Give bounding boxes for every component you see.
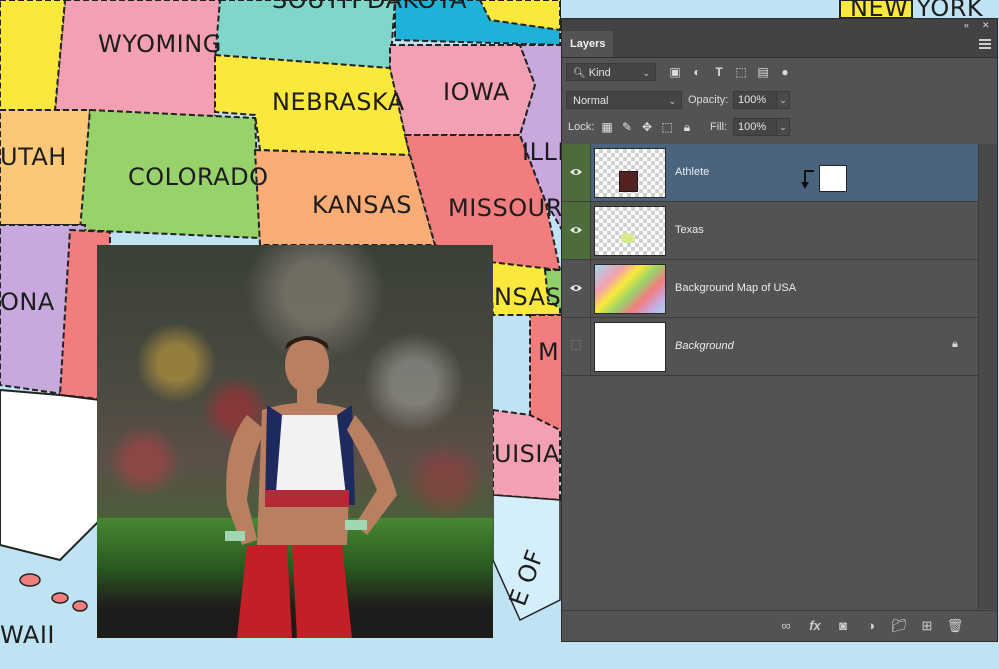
hidden-visibility-box-icon [571, 340, 581, 350]
blend-mode-value: Normal [573, 95, 609, 107]
fill-dropdown-icon[interactable]: ⌄ [776, 118, 790, 136]
fill-input[interactable]: 100% [733, 118, 777, 136]
adjustment-layer-icon[interactable]: ◑ [862, 617, 880, 635]
layer-row-background[interactable]: Background 🔒︎ [562, 318, 978, 376]
lock-transparent-pixels-icon[interactable]: ▦ [600, 120, 614, 134]
visibility-toggle[interactable] [562, 318, 591, 375]
link-layers-icon[interactable]: ∞ [777, 617, 795, 635]
fx-icon[interactable]: fx [806, 617, 824, 635]
add-mask-icon[interactable]: ◙ [834, 617, 852, 635]
panel-menu-icon[interactable] [979, 37, 991, 49]
lock-artboard-icon[interactable]: ⬚ [660, 120, 674, 134]
label-colorado: COLORADO [128, 163, 269, 191]
trash-icon[interactable]: 🗑︎ [946, 617, 964, 635]
layer-name[interactable]: Background Map of USA [675, 260, 796, 317]
filter-kind-label: Kind [588, 67, 611, 79]
eye-icon [570, 285, 582, 291]
athlete-figure [225, 336, 397, 638]
athlete-photo[interactable] [97, 245, 493, 638]
layer-mask-thumbnail[interactable] [819, 165, 847, 192]
texas-mini-preview [621, 233, 635, 243]
layer-name[interactable]: Background [675, 318, 734, 375]
lock-all-icon[interactable]: 🔒︎ [680, 120, 694, 134]
close-panel-icon[interactable]: ✕ [982, 19, 990, 31]
chevron-down-icon: ⌄ [668, 96, 676, 106]
type-layer-filter-icon[interactable]: T [711, 63, 727, 81]
label-nebraska: NEBRASKA [272, 88, 405, 116]
layer-thumbnail [594, 148, 666, 198]
collapse-panel-icon[interactable]: « [964, 19, 969, 31]
opacity-label: Opacity: [688, 94, 729, 106]
tab-layers[interactable]: Layers [562, 31, 614, 57]
label-arizona: ONA [0, 288, 55, 316]
new-layer-icon[interactable]: ⊞ [918, 617, 936, 635]
lock-position-icon[interactable]: ✥ [640, 120, 654, 134]
layer-thumbnail [594, 206, 666, 256]
label-arkansas: NSAS [494, 283, 561, 311]
blend-row: Normal ⌄ Opacity: 100% ⌄ [562, 91, 997, 113]
label-south-dakota: SOUTH DAKOTA [272, 0, 467, 14]
visibility-toggle[interactable] [562, 144, 591, 201]
state-mexico-land [0, 388, 101, 562]
panel-footer: ∞ fx ◙ ◑ 📁︎ ⊞ 🗑︎ [562, 610, 997, 641]
label-utah: UTAH [0, 143, 67, 171]
lock-label: Lock: [568, 121, 595, 133]
blend-mode-select[interactable]: Normal ⌄ [566, 91, 682, 109]
hawaii-island [51, 592, 69, 604]
layer-row-background-map[interactable]: Background Map of USA [562, 260, 978, 318]
adjustment-layer-filter-icon[interactable]: ◐ [689, 63, 705, 81]
state-minnesota-edge [0, 0, 67, 111]
chevron-down-icon: ⌄ [642, 68, 650, 78]
eye-icon [570, 227, 582, 233]
visibility-toggle[interactable] [562, 260, 591, 317]
search-icon: 🔍︎ [573, 68, 586, 79]
label-missouri: MISSOURI [448, 194, 570, 222]
layer-row-texas[interactable]: Texas [562, 202, 978, 260]
label-iowa: IOWA [443, 78, 510, 106]
opacity-dropdown-icon[interactable]: ⌄ [776, 91, 790, 109]
layer-thumbnail [594, 322, 666, 372]
hawaii-island [72, 600, 88, 612]
opacity-input[interactable]: 100% [733, 91, 777, 109]
clipping-mask-arrow-icon [801, 170, 814, 189]
state-wyoming [53, 0, 222, 122]
filter-kind-select[interactable]: 🔍︎ Kind ⌄ [566, 63, 656, 81]
panel-title-bar: « ✕ [562, 19, 997, 31]
pixel-layer-filter-icon[interactable]: ▣ [667, 63, 683, 81]
visibility-toggle[interactable] [562, 202, 591, 259]
eye-icon [570, 169, 582, 175]
layer-name[interactable]: Texas [675, 202, 704, 259]
smart-object-filter-icon[interactable]: ▤ [755, 63, 771, 81]
fill-label: Fill: [710, 121, 728, 133]
layer-name[interactable]: Athlete [675, 144, 709, 201]
label-kansas: KANSAS [312, 191, 412, 219]
label-wyoming: WYOMING [98, 30, 222, 58]
layer-thumbnail [594, 264, 666, 314]
lock-icon: 🔒︎ [952, 338, 958, 350]
state-mississippi [529, 314, 563, 437]
lock-row: Lock: ▦ ✎ ✥ ⬚ 🔒︎ Fill: 100% ⌄ [562, 118, 997, 140]
label-hawaii: WAII [0, 621, 55, 649]
hawaii-island [19, 573, 41, 587]
layers-scrollbar[interactable] [978, 144, 997, 609]
layers-panel: « ✕ Layers 🔍︎ Kind ⌄ ▣ ◐ T ⬚ ▤ ● Normal … [561, 18, 998, 642]
panel-tabs: Layers [562, 31, 997, 58]
new-group-folder-icon[interactable]: 📁︎ [890, 617, 908, 635]
filter-row: 🔍︎ Kind ⌄ ▣ ◐ T ⬚ ▤ ● [562, 63, 997, 85]
athlete-mini-preview [619, 171, 638, 192]
lock-image-pixels-icon[interactable]: ✎ [620, 120, 634, 134]
shape-layer-filter-icon[interactable]: ⬚ [733, 63, 749, 81]
layer-row-athlete[interactable]: Athlete [562, 144, 978, 202]
filter-toggle-icon[interactable]: ● [777, 63, 793, 81]
